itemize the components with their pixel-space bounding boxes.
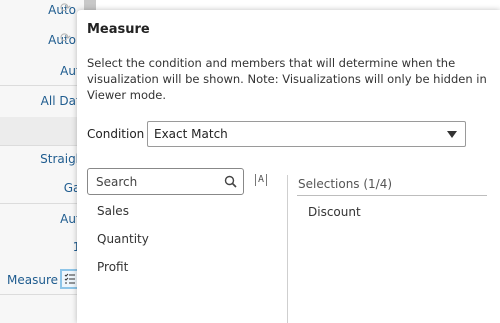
popup-description: Select the condition and members that wi… xyxy=(87,56,487,102)
list-item[interactable]: Quantity xyxy=(97,232,149,246)
condition-label: Condition xyxy=(87,127,145,141)
refresh-icon[interactable]: ⟳ xyxy=(60,1,71,16)
selection-item[interactable]: Discount xyxy=(308,205,361,219)
refresh-icon[interactable]: ⟳ xyxy=(60,31,71,46)
list-item[interactable]: Profit xyxy=(97,260,128,274)
chevron-down-icon xyxy=(447,131,457,138)
search-input[interactable]: Search xyxy=(87,168,244,195)
divider xyxy=(297,195,487,196)
search-placeholder: Search xyxy=(96,175,138,189)
list-item[interactable]: Sales xyxy=(97,204,129,218)
popup-title: Measure xyxy=(87,22,150,37)
condition-select[interactable]: Exact Match xyxy=(147,121,466,147)
search-icon xyxy=(224,175,237,188)
text-format-icon[interactable]: A xyxy=(255,174,268,186)
prop-value-measure: Measure xyxy=(7,273,58,287)
divider xyxy=(287,175,288,323)
measure-popup: Measure Select the condition and members… xyxy=(77,10,500,323)
selections-header: Selections (1/4) xyxy=(298,177,393,191)
condition-value: Exact Match xyxy=(154,127,228,141)
